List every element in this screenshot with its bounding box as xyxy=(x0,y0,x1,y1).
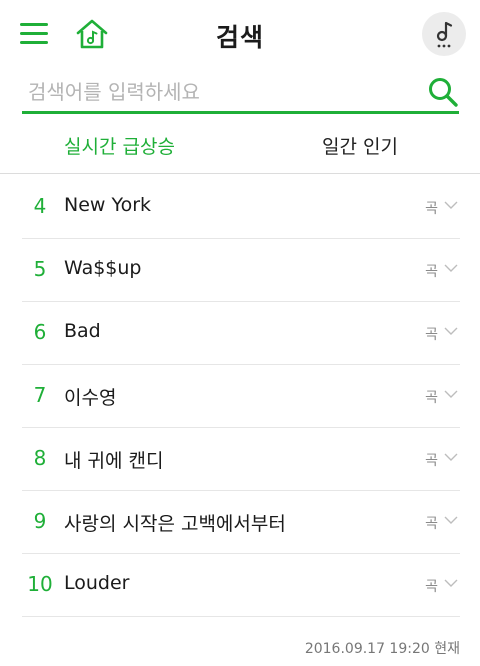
chevron-down-icon[interactable] xyxy=(444,578,458,588)
ranking-row[interactable]: 10 Louder 곡 xyxy=(22,554,460,617)
rank-number: 8 xyxy=(33,446,47,470)
ranking-list: 4 New York 곡 5 Wa$$up 곡 6 Bad 곡 7 이수영 곡 … xyxy=(0,176,480,617)
rank-number: 5 xyxy=(33,257,47,281)
song-title: Wa$$up xyxy=(64,257,142,279)
rank-number: 6 xyxy=(33,320,47,344)
chevron-down-icon[interactable] xyxy=(444,200,458,210)
rank-number: 7 xyxy=(33,383,47,407)
search-screen: 검색 실시간 급상승 일간 인기 4 New York 곡 xyxy=(0,0,480,666)
ranking-row[interactable]: 5 Wa$$up 곡 xyxy=(22,239,460,302)
rank-number: 4 xyxy=(33,194,47,218)
song-title: 이수영 xyxy=(64,387,117,409)
type-label: 곡 xyxy=(425,201,438,217)
ranking-row[interactable]: 7 이수영 곡 xyxy=(22,365,460,428)
chevron-down-icon[interactable] xyxy=(444,326,458,336)
chevron-down-icon[interactable] xyxy=(444,515,458,525)
tab-realtime-rising[interactable]: 실시간 급상승 xyxy=(64,132,175,159)
type-label: 곡 xyxy=(425,453,438,469)
type-label: 곡 xyxy=(425,327,438,343)
song-title: Louder xyxy=(64,572,130,594)
search-icon[interactable] xyxy=(427,76,459,108)
music-note-icon[interactable] xyxy=(422,12,466,56)
type-label: 곡 xyxy=(425,264,438,280)
ranking-row[interactable]: 4 New York 곡 xyxy=(22,176,460,239)
ranking-row[interactable]: 8 내 귀에 캔디 곡 xyxy=(22,428,460,491)
type-label: 곡 xyxy=(425,516,438,532)
tab-daily-popular[interactable]: 일간 인기 xyxy=(322,132,398,159)
ranking-row[interactable]: 6 Bad 곡 xyxy=(22,302,460,365)
song-title: New York xyxy=(64,194,152,216)
page-title: 검색 xyxy=(215,23,264,52)
search-input[interactable] xyxy=(28,76,418,108)
rank-number: 9 xyxy=(33,509,47,533)
chevron-down-icon[interactable] xyxy=(444,389,458,399)
song-title: 사랑의 시작은 고백에서부터 xyxy=(64,513,286,535)
ranking-row[interactable]: 9 사랑의 시작은 고백에서부터 곡 xyxy=(22,491,460,554)
chevron-down-icon[interactable] xyxy=(444,452,458,462)
type-label: 곡 xyxy=(425,579,438,595)
top-bar: 검색 xyxy=(0,0,480,70)
rank-number: 10 xyxy=(27,572,53,596)
search-bar xyxy=(22,72,459,114)
song-title: Bad xyxy=(64,320,101,342)
chevron-down-icon[interactable] xyxy=(444,263,458,273)
type-label: 곡 xyxy=(425,390,438,406)
song-title: 내 귀에 캔디 xyxy=(64,450,164,472)
update-timestamp: 2016.09.17 19:20 현재 xyxy=(304,641,460,657)
tab-bar: 실시간 급상승 일간 인기 xyxy=(0,116,480,174)
